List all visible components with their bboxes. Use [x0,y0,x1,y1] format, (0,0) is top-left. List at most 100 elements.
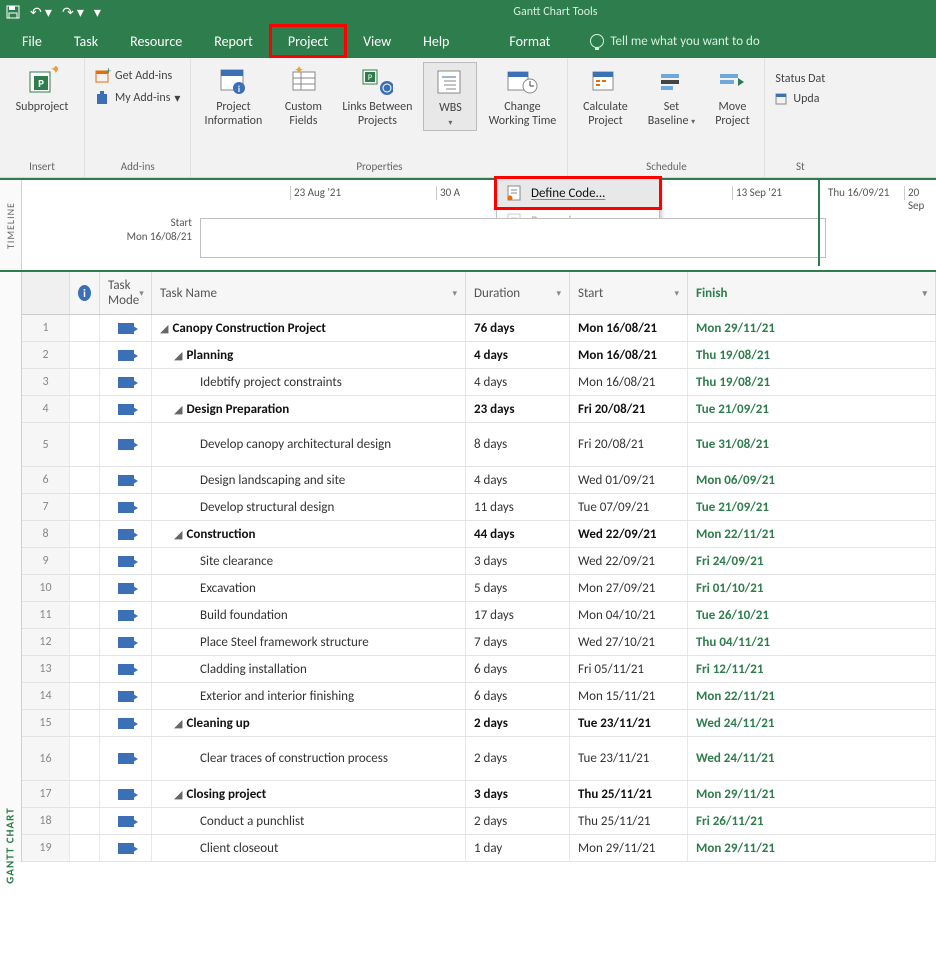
row-number[interactable]: 14 [22,683,70,709]
row-start[interactable]: Fri 20/08/21 [570,396,688,422]
row-number[interactable]: 8 [22,521,70,547]
row-number[interactable]: 1 [22,315,70,341]
row-number[interactable]: 3 [22,369,70,395]
row-task-name[interactable]: Idebtify project constraints [152,369,466,395]
header-row-selector[interactable] [22,272,70,314]
set-baseline-button[interactable]: Set Baseline ▾ [642,62,700,129]
row-start[interactable]: Wed 22/09/21 [570,521,688,547]
row-task-name[interactable]: Cladding installation [152,656,466,682]
row-task-mode[interactable] [100,423,152,466]
row-number[interactable]: 11 [22,602,70,628]
row-start[interactable]: Mon 04/10/21 [570,602,688,628]
row-start[interactable]: Mon 16/08/21 [570,315,688,341]
row-finish[interactable]: Mon 29/11/21 [688,835,936,861]
row-task-mode[interactable] [100,602,152,628]
header-task-name[interactable]: Task Name▾ [152,272,466,314]
get-addins-button[interactable]: + Get Add-ins [91,66,184,86]
table-row[interactable]: 4◢Design Preparation23 daysFri 20/08/21T… [22,396,936,423]
tab-file[interactable]: File [6,24,58,58]
collapse-icon[interactable]: ◢ [174,403,182,416]
row-finish[interactable]: Thu 19/08/21 [688,369,936,395]
header-duration[interactable]: Duration▾ [466,272,570,314]
row-task-mode[interactable] [100,315,152,341]
row-duration[interactable]: 17 days [466,602,570,628]
collapse-icon[interactable]: ◢ [160,322,168,335]
header-finish[interactable]: Finish▾ [688,272,936,314]
row-duration[interactable]: 1 day [466,835,570,861]
row-task-mode[interactable] [100,548,152,574]
row-task-mode[interactable] [100,656,152,682]
row-duration[interactable]: 6 days [466,656,570,682]
table-row[interactable]: 5 Develop canopy architectural design8 da… [22,423,936,467]
row-finish[interactable]: Tue 31/08/21 [688,423,936,466]
row-finish[interactable]: Tue 21/09/21 [688,494,936,520]
row-task-mode[interactable] [100,575,152,601]
row-start[interactable]: Thu 25/11/21 [570,808,688,834]
collapse-icon[interactable]: ◢ [174,528,182,541]
save-icon[interactable] [6,5,20,19]
row-duration[interactable]: 4 days [466,369,570,395]
row-task-name[interactable]: Develop canopy architectural design [152,423,466,466]
timeline-bar[interactable] [200,218,826,258]
collapse-icon[interactable]: ◢ [174,717,182,730]
row-start[interactable]: Mon 29/11/21 [570,835,688,861]
row-number[interactable]: 2 [22,342,70,368]
row-number[interactable]: 7 [22,494,70,520]
row-duration[interactable]: 7 days [466,629,570,655]
row-finish[interactable]: Wed 24/11/21 [688,737,936,780]
row-task-name[interactable]: ◢Canopy Construction Project [152,315,466,341]
status-date-button[interactable]: Status Dat [771,70,829,88]
row-number[interactable]: 5 [22,423,70,466]
row-task-mode[interactable] [100,494,152,520]
calculate-project-button[interactable]: Calculate Project [574,62,636,128]
row-duration[interactable]: 3 days [466,548,570,574]
row-finish[interactable]: Thu 19/08/21 [688,342,936,368]
redo-icon[interactable]: ↷ ▾ [62,4,84,21]
row-duration[interactable]: 44 days [466,521,570,547]
row-finish[interactable]: Mon 29/11/21 [688,781,936,807]
row-duration[interactable]: 11 days [466,494,570,520]
change-working-time-button[interactable]: Change Working Time [483,62,561,128]
row-start[interactable]: Tue 23/11/21 [570,737,688,780]
row-start[interactable]: Mon 16/08/21 [570,342,688,368]
collapse-icon[interactable]: ◢ [174,349,182,362]
my-addins-button[interactable]: My Add-ins ▾ [91,88,184,108]
row-duration[interactable]: 23 days [466,396,570,422]
row-finish[interactable]: Thu 04/11/21 [688,629,936,655]
row-number[interactable]: 18 [22,808,70,834]
table-row[interactable]: 2◢Planning4 daysMon 16/08/21Thu 19/08/21 [22,342,936,369]
table-row[interactable]: 15◢Cleaning up2 daysTue 23/11/21Wed 24/1… [22,710,936,737]
row-task-name[interactable]: Client closeout [152,835,466,861]
row-task-name[interactable]: ◢Cleaning up [152,710,466,736]
row-task-mode[interactable] [100,521,152,547]
row-task-mode[interactable] [100,710,152,736]
row-task-mode[interactable] [100,629,152,655]
row-number[interactable]: 19 [22,835,70,861]
row-duration[interactable]: 76 days [466,315,570,341]
row-start[interactable]: Fri 20/08/21 [570,423,688,466]
row-task-name[interactable]: Clear traces of construction process [152,737,466,780]
qat-dropdown-icon[interactable]: ▾ [94,4,101,21]
row-task-mode[interactable] [100,781,152,807]
row-task-mode[interactable] [100,808,152,834]
row-start[interactable]: Wed 01/09/21 [570,467,688,493]
table-row[interactable]: 6Design landscaping and site4 daysWed 01… [22,467,936,494]
tell-me-search[interactable]: Tell me what you want to do [590,34,759,49]
row-task-name[interactable]: Exterior and interior finishing [152,683,466,709]
row-task-name[interactable]: Develop structural design [152,494,466,520]
row-finish[interactable]: Wed 24/11/21 [688,710,936,736]
row-number[interactable]: 6 [22,467,70,493]
row-finish[interactable]: Mon 22/11/21 [688,521,936,547]
table-row[interactable]: 17◢Closing project3 daysThu 25/11/21Mon … [22,781,936,808]
custom-fields-button[interactable]: ✦ Custom Fields [275,62,331,128]
tab-report[interactable]: Report [198,24,269,58]
row-duration[interactable]: 4 days [466,342,570,368]
wbs-button[interactable]: WBS▾ [423,62,477,131]
row-task-name[interactable]: ◢Design Preparation [152,396,466,422]
row-task-name[interactable]: Conduct a punchlist [152,808,466,834]
tab-help[interactable]: Help [407,24,465,58]
row-duration[interactable]: 8 days [466,423,570,466]
row-task-name[interactable]: Place Steel framework structure [152,629,466,655]
tab-format[interactable]: Format [493,24,566,58]
undo-icon[interactable]: ↶ ▾ [30,4,52,21]
